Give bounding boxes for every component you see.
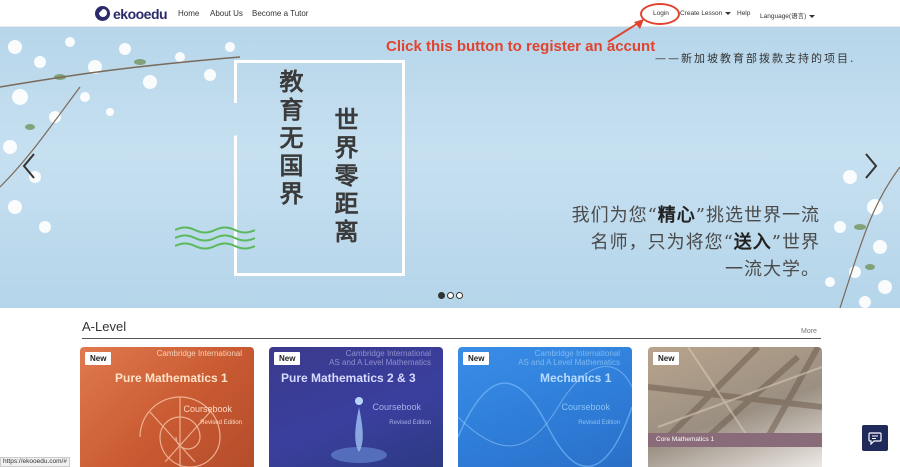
- slogan-text: 名师，只为将您“: [590, 232, 734, 253]
- slogan-line-3: 一流大学。: [725, 259, 820, 280]
- card-publisher: Cambridge International: [156, 349, 242, 358]
- create-lesson-label: Create Lesson: [680, 10, 723, 17]
- status-bar-url: https://ekooedu.com/#: [0, 457, 70, 467]
- new-badge: New: [85, 352, 112, 365]
- slogan-text: ”世界: [771, 232, 820, 253]
- card-title: Pure Mathematics 1: [115, 371, 228, 385]
- logo-text: ekooedu: [113, 5, 168, 22]
- slogan-line-1: 我们为您“精心”挑选世界一流: [490, 202, 820, 229]
- card-title: Core Mathematics 1: [656, 436, 715, 443]
- page: { "nav": { "logo_text": "ekooedu", "link…: [0, 0, 900, 467]
- nav-become-tutor[interactable]: Become a Tutor: [252, 9, 308, 18]
- slogan-line-2: 名师，只为将您“送入”世界: [490, 229, 820, 256]
- more-link[interactable]: More: [801, 328, 817, 335]
- card-title: Mechanics 1: [540, 371, 612, 385]
- hero-vertical-right: 世界零距离: [330, 107, 359, 247]
- section-divider: [82, 338, 821, 339]
- card-publisher: Cambridge International AS and A Level Ma…: [329, 349, 431, 367]
- card-title: Pure Mathematics 2 & 3: [281, 371, 416, 385]
- slogan-text: 我们为您“: [571, 205, 658, 226]
- caret-down-icon: [725, 11, 732, 15]
- caret-down-icon: [809, 14, 816, 18]
- card-series: AS and A Level Mathematics: [518, 358, 620, 367]
- new-badge: New: [274, 352, 301, 365]
- card-edition: Revised Edition: [578, 420, 620, 426]
- new-badge: New: [653, 352, 680, 365]
- nav-login[interactable]: Login: [653, 10, 669, 17]
- carousel-dot[interactable]: [438, 292, 445, 299]
- card-subtitle: Coursebook: [561, 402, 610, 412]
- water-drop-image: [331, 397, 387, 463]
- chevron-left-icon[interactable]: [22, 152, 36, 180]
- course-card[interactable]: New Cambridge International Pure Mathema…: [80, 347, 254, 467]
- card-edition: Revised Edition: [200, 420, 242, 426]
- slogan-text: ”挑选世界一流: [695, 205, 820, 226]
- nav-help[interactable]: Help: [737, 10, 750, 17]
- hero-banner[interactable]: 教育无国界 世界零距离 ——新加坡教育部拨款支持的项目. 我们为您“精心”挑选世…: [0, 27, 900, 308]
- card-subtitle: Coursebook: [183, 404, 232, 414]
- logo-icon: [95, 6, 110, 21]
- wave-decoration: [175, 226, 255, 250]
- card-publisher: Cambridge International AS and A Level Ma…: [518, 349, 620, 367]
- slogan-emphasis: 精心: [657, 205, 696, 226]
- card-publisher-name: Cambridge International: [345, 349, 431, 358]
- top-nav: ekooedu Home About Us Become a Tutor Log…: [0, 0, 900, 27]
- carousel-dot[interactable]: [447, 292, 454, 299]
- new-badge: New: [463, 352, 490, 365]
- nav-home[interactable]: Home: [178, 9, 199, 18]
- nav-language[interactable]: Language(语言): [760, 10, 816, 20]
- hero-tagline: ——新加坡教育部拨款支持的项目.: [655, 52, 856, 65]
- course-card[interactable]: New Core Mathematics 1: [648, 347, 822, 467]
- annotation-text: Click this button to register an accunt: [386, 38, 656, 55]
- hero-frame: [234, 60, 405, 276]
- section-title: A-Level: [82, 319, 127, 334]
- chat-icon: [868, 431, 882, 445]
- chat-button[interactable]: [862, 425, 888, 451]
- logo[interactable]: ekooedu: [95, 5, 168, 22]
- chevron-right-icon[interactable]: [864, 152, 878, 180]
- course-card[interactable]: New Cambridge International AS and A Leve…: [269, 347, 443, 467]
- course-card[interactable]: New Cambridge International AS and A Leve…: [458, 347, 632, 467]
- nav-about-us[interactable]: About Us: [210, 9, 243, 18]
- nav-create-lesson[interactable]: Create Lesson: [680, 10, 732, 17]
- hero-vertical-left: 教育无国界: [275, 69, 304, 209]
- hero-slogan: 我们为您“精心”挑选世界一流 名师，只为将您“送入”世界 一流大学。: [490, 202, 820, 283]
- card-publisher-name: Cambridge International: [534, 349, 620, 358]
- card-edition: Revised Edition: [389, 420, 431, 426]
- language-label: Language(语言): [760, 13, 807, 20]
- card-subtitle: Coursebook: [372, 402, 421, 412]
- slogan-emphasis: 送入: [733, 232, 772, 253]
- carousel-dot[interactable]: [456, 292, 463, 299]
- carousel-dots: [438, 292, 463, 299]
- card-series: AS and A Level Mathematics: [329, 358, 431, 367]
